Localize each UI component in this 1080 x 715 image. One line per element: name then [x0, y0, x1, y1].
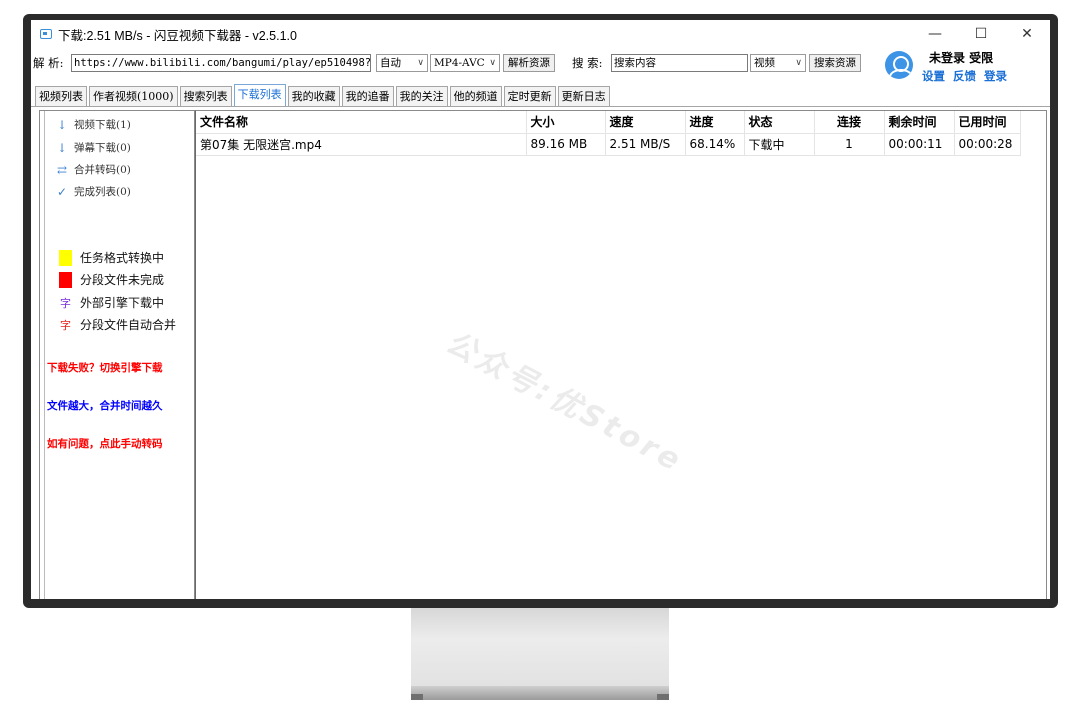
tab-bar: 视频列表 作者视频(1000) 搜索列表 下载列表 我的收藏 我的追番 我的关注… — [35, 84, 612, 106]
character-glyph-icon: 字 — [60, 318, 71, 332]
sidebar-item-completed[interactable]: ✓ 完成列表(0) — [55, 184, 131, 199]
window-controls: — ☐ ✕ — [912, 20, 1050, 48]
login-status: 未登录 受限 — [929, 51, 994, 65]
cell-connections: 1 — [814, 133, 885, 156]
login-link[interactable]: 登录 — [984, 68, 1007, 84]
url-input[interactable]: https://www.bilibili.com/bangumi/play/ep… — [71, 54, 371, 72]
legend-label: 任务格式转换中 — [80, 251, 165, 265]
avatar[interactable] — [885, 51, 913, 79]
monitor-stand — [411, 608, 669, 686]
search-button[interactable]: 搜索资源 — [809, 54, 861, 72]
download-list-panel: 文件名称 大小 速度 进度 状态 连接 剩余时间 已用时间 第07集 无限迷宫.… — [195, 110, 1047, 599]
switch-engine-link[interactable]: 下载失败？切换引擎下载 — [47, 360, 163, 375]
legend-item-external-engine: 字 外部引擎下载中 — [59, 294, 164, 311]
search-label: 搜 索: — [572, 56, 603, 70]
yellow-swatch — [59, 249, 72, 266]
mode-select[interactable]: 自动 ∨ — [376, 54, 428, 72]
col-speed[interactable]: 速度 — [605, 111, 686, 134]
tab-favorites[interactable]: 我的收藏 — [287, 86, 340, 106]
user-links: 设置 反馈 登录 — [922, 68, 1007, 84]
col-connections[interactable]: 连接 — [814, 111, 885, 134]
col-progress[interactable]: 进度 — [685, 111, 745, 134]
legend-label: 分段文件自动合并 — [80, 318, 177, 332]
tab-changelog[interactable]: 更新日志 — [557, 86, 610, 106]
format-select-value: MP4-AVC — [434, 57, 485, 69]
legend-item-incomplete: 分段文件未完成 — [59, 271, 164, 288]
tab-following[interactable]: 我的关注 — [395, 86, 448, 106]
chevron-down-icon: ∨ — [489, 58, 496, 68]
chevron-down-icon: ∨ — [417, 58, 424, 68]
cell-status: 下载中 — [744, 133, 815, 156]
monitor-foot-right — [657, 694, 669, 700]
sidebar-item-label: 视频下载(1) — [74, 119, 131, 131]
tab-divider — [31, 106, 1050, 107]
sidebar-item-label: 弹幕下载(0) — [74, 142, 131, 154]
tab-video-list[interactable]: 视频列表 — [35, 86, 87, 106]
sidebar-panel: ↓ 视频下载(1) ↓ 弹幕下载(0) ⇄ 合并转码(0) ✓ 完成列表(0) … — [44, 111, 194, 599]
download-table: 文件名称 大小 速度 进度 状态 连接 剩余时间 已用时间 第07集 无限迷宫.… — [196, 111, 1021, 156]
cell-remaining-time: 00:00:11 — [884, 133, 955, 156]
app-logo-icon — [40, 29, 52, 39]
tab-following-series[interactable]: 我的追番 — [341, 86, 394, 106]
legend-item-auto-merge: 字 分段文件自动合并 — [59, 316, 176, 333]
legend-item-converting: 任务格式转换中 — [59, 249, 164, 266]
swap-arrows-icon: ⇄ — [56, 162, 68, 177]
cell-speed: 2.51 MB/S — [605, 133, 686, 156]
settings-link[interactable]: 设置 — [922, 68, 945, 84]
table-header-row: 文件名称 大小 速度 进度 状态 连接 剩余时间 已用时间 — [196, 111, 1021, 134]
window-title: 下载:2.51 MB/s - 闪豆视频下载器 - v2.5.1.0 — [58, 28, 297, 43]
tab-download-list[interactable]: 下载列表 — [233, 84, 286, 106]
checkmark-icon: ✓ — [56, 184, 68, 199]
tab-scheduled-update[interactable]: 定时更新 — [503, 86, 556, 106]
feedback-link[interactable]: 反馈 — [953, 68, 976, 84]
merge-time-notice: 文件越大，合并时间越久 — [47, 400, 163, 412]
arrow-down-icon: ↓ — [56, 117, 68, 132]
search-type-value: 视频 — [754, 57, 775, 69]
parse-label: 解 析: — [33, 56, 64, 70]
maximize-button[interactable]: ☐ — [958, 20, 1004, 48]
search-input[interactable]: 搜索内容 — [611, 54, 748, 72]
col-file-name[interactable]: 文件名称 — [196, 111, 527, 134]
format-select[interactable]: MP4-AVC ∨ — [430, 54, 500, 72]
app-window: 下载:2.51 MB/s - 闪豆视频下载器 - v2.5.1.0 — ☐ ✕ … — [31, 20, 1050, 599]
sidebar-item-label: 合并转码(0) — [74, 164, 131, 176]
tab-search-list[interactable]: 搜索列表 — [179, 86, 232, 106]
cell-size: 89.16 MB — [526, 133, 606, 156]
mode-select-value: 自动 — [380, 57, 401, 69]
close-button[interactable]: ✕ — [1004, 20, 1050, 48]
sidebar-item-label: 完成列表(0) — [74, 186, 131, 198]
cell-progress: 68.14% — [685, 133, 745, 156]
cell-file-name: 第07集 无限迷宫.mp4 — [196, 133, 527, 156]
legend-label: 外部引擎下载中 — [80, 296, 165, 310]
parse-button[interactable]: 解析资源 — [503, 54, 555, 72]
col-remaining-time[interactable]: 剩余时间 — [884, 111, 955, 134]
sidebar: ↓ 视频下载(1) ↓ 弹幕下载(0) ⇄ 合并转码(0) ✓ 完成列表(0) … — [39, 110, 195, 599]
table-row[interactable]: 第07集 无限迷宫.mp4 89.16 MB 2.51 MB/S 68.14% … — [196, 133, 1021, 156]
title-bar: 下载:2.51 MB/s - 闪豆视频下载器 - v2.5.1.0 — ☐ ✕ — [31, 20, 1050, 48]
tab-author-videos[interactable]: 作者视频(1000) — [89, 86, 178, 106]
tab-channel[interactable]: 他的频道 — [449, 86, 502, 106]
sidebar-item-merge-transcode[interactable]: ⇄ 合并转码(0) — [55, 162, 131, 177]
monitor-stand-base — [411, 686, 669, 700]
col-size[interactable]: 大小 — [526, 111, 606, 134]
cell-elapsed-time: 00:00:28 — [954, 133, 1021, 156]
legend-label: 分段文件未完成 — [80, 273, 165, 287]
col-elapsed-time[interactable]: 已用时间 — [954, 111, 1021, 134]
character-glyph-icon: 字 — [60, 296, 71, 310]
manual-transcode-link[interactable]: 如有问题，点此手动转码 — [47, 436, 163, 451]
red-swatch — [59, 271, 72, 288]
arrow-down-icon: ↓ — [56, 140, 68, 155]
col-status[interactable]: 状态 — [744, 111, 815, 134]
chevron-down-icon: ∨ — [795, 58, 802, 68]
minimize-button[interactable]: — — [912, 20, 958, 48]
monitor-foot-left — [411, 694, 423, 700]
sidebar-item-danmaku-download[interactable]: ↓ 弹幕下载(0) — [55, 140, 131, 155]
sidebar-item-video-download[interactable]: ↓ 视频下载(1) — [55, 117, 131, 132]
parse-toolbar: 解 析: https://www.bilibili.com/bangumi/pl… — [31, 52, 891, 74]
search-type-select[interactable]: 视频 ∨ — [750, 54, 806, 72]
